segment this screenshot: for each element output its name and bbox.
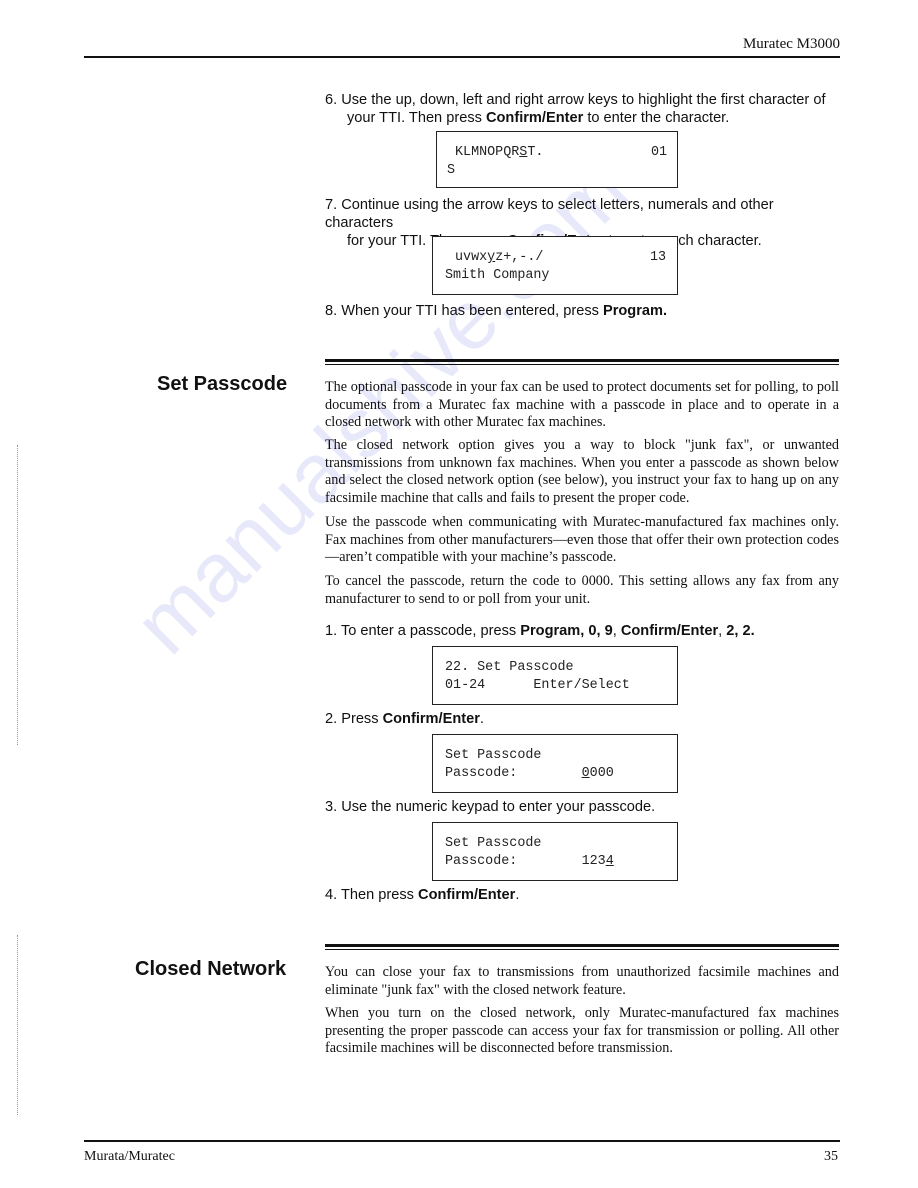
header-rule — [84, 56, 840, 58]
step-text: 8. When your TTI has been entered, press — [325, 303, 603, 319]
step-text: . — [515, 887, 520, 903]
passcode-step-1: 1. To enter a passcode, press Program, 0… — [325, 622, 845, 640]
lcd-counter: 13 — [650, 250, 667, 265]
key-name: 2, 2. — [726, 623, 755, 639]
paragraph: Use the passcode when communicating with… — [325, 514, 839, 566]
lcd-line-1: Set Passcode — [445, 836, 542, 851]
step-7-line1: 7. Continue using the arrow keys to sele… — [325, 197, 774, 231]
lcd-text: 000 — [589, 766, 614, 781]
paragraph: The closed network option gives you a wa… — [325, 437, 839, 506]
passcode-step-2: 2. Press Confirm/Enter. — [325, 710, 845, 728]
section-rule — [325, 944, 839, 950]
lcd-line-2: Passcode: 1234 — [445, 853, 614, 871]
lcd-text: Passcode: — [445, 766, 582, 781]
lcd-line-1: 22. Set Passcode — [445, 660, 574, 675]
paragraph: When you turn on the closed network, onl… — [325, 1005, 839, 1057]
lcd-counter: 01 — [651, 145, 668, 160]
header-title: Muratec M3000 — [742, 36, 840, 52]
lcd-line-2: Smith Company — [445, 268, 550, 283]
page-number: 35 — [824, 1149, 838, 1164]
step-text: . — [479, 711, 484, 727]
step-text: 1. To enter a passcode, press — [325, 623, 521, 639]
paragraph: The optional passcode in your fax can be… — [325, 379, 839, 431]
step-text: , — [612, 623, 621, 639]
step-text: your TTI. Then press — [347, 110, 486, 126]
lcd-text: Passcode: 123 — [445, 854, 606, 869]
lcd-line-1: uvwxyz+,-./ — [455, 249, 543, 267]
step-6: 6. Use the up, down, left and right arro… — [325, 91, 845, 127]
lcd-text: z+,-./ — [495, 250, 544, 265]
step-6-line1: 6. Use the up, down, left and right arro… — [325, 92, 826, 108]
lcd-line-2: Passcode: 0000 — [445, 765, 614, 783]
margin-binding-marks — [17, 445, 18, 745]
lcd-text: KLMNOPQR — [455, 145, 520, 160]
section-title-closed-network: Closed Network — [135, 958, 287, 980]
step-text: 3. Use the numeric keypad to enter your … — [325, 799, 656, 815]
lcd-cursor: 0 — [581, 766, 590, 781]
lcd-text: T. — [527, 145, 544, 160]
footer-rule — [84, 1140, 840, 1142]
passcode-step-4: 4. Then press Confirm/Enter. — [325, 886, 845, 904]
lcd-line-2: 01-24 Enter/Select — [445, 678, 630, 693]
lcd-display-4: Set Passcode Passcode: 0000 — [432, 734, 678, 793]
paragraph: To cancel the passcode, return the code … — [325, 573, 839, 607]
paragraph: You can close your fax to transmissions … — [325, 964, 839, 998]
section-rule — [325, 359, 839, 365]
footer-publisher: Murata/Muratec — [84, 1149, 175, 1164]
lcd-line-1: Set Passcode — [445, 748, 542, 763]
lcd-line-2: S — [447, 163, 456, 178]
key-name: Confirm/Enter — [382, 711, 480, 727]
key-name: Program, 0, 9 — [520, 623, 613, 639]
step-text: 2. Press — [325, 711, 383, 727]
key-name: Confirm/Enter — [485, 110, 584, 126]
margin-binding-marks — [17, 935, 18, 1115]
lcd-display-5: Set Passcode Passcode: 1234 — [432, 822, 678, 881]
key-name: Confirm/Enter — [620, 623, 719, 639]
step-text: 4. Then press — [325, 887, 419, 903]
key-name: Confirm/Enter — [418, 887, 516, 903]
lcd-cursor: 4 — [605, 854, 614, 869]
lcd-line-1: KLMNOPQRST. — [455, 144, 543, 162]
step-text: to enter the character. — [583, 110, 730, 126]
lcd-display-2: uvwxyz+,-./ 13 Smith Company — [432, 236, 678, 295]
step-6-line2: your TTI. Then press Confirm/Enter to en… — [325, 109, 845, 127]
lcd-display-1: KLMNOPQRST. 01 S — [436, 131, 678, 188]
step-8: 8. When your TTI has been entered, press… — [325, 302, 845, 320]
key-name: Program. — [602, 303, 668, 319]
passcode-step-3: 3. Use the numeric keypad to enter your … — [325, 798, 845, 816]
section-title-set-passcode: Set Passcode — [157, 373, 288, 395]
lcd-display-3: 22. Set Passcode 01-24 Enter/Select — [432, 646, 678, 705]
lcd-cursor: y — [487, 250, 496, 265]
lcd-text: uvwx — [455, 250, 488, 265]
